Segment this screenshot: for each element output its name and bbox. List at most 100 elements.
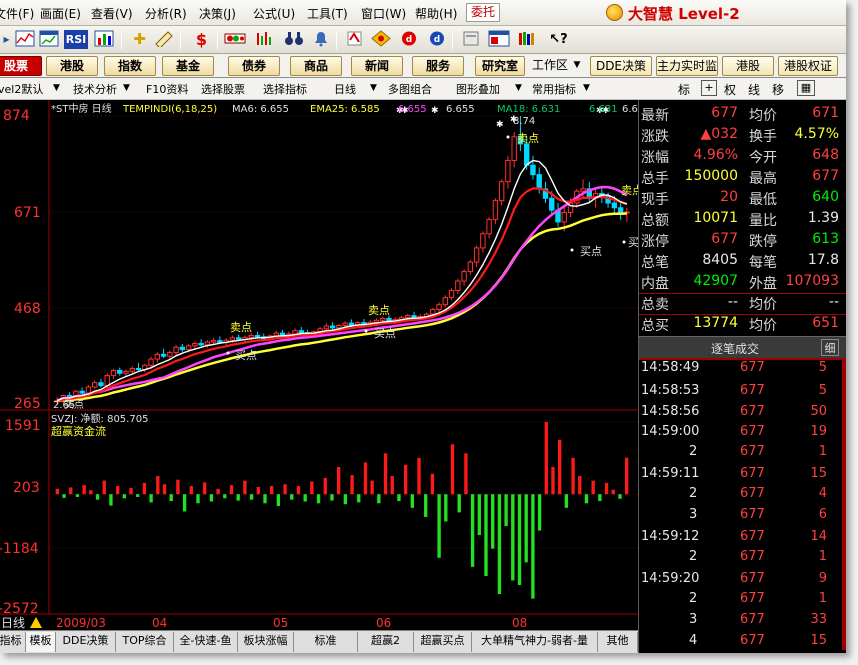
signal-buy: 买点 bbox=[374, 327, 396, 340]
indicator-template-tabs: 指标 模板 DDE决策 TOP综合 全-快速-鱼 板块涨幅 标准 超赢2 超赢买… bbox=[0, 630, 638, 653]
btab-dde[interactable]: DDE决策 bbox=[56, 632, 116, 652]
grid-view-icon[interactable]: ▦ bbox=[797, 80, 815, 96]
nav-dde-decision[interactable]: DDE决策 bbox=[590, 56, 652, 76]
tick-price: 677 bbox=[740, 486, 765, 501]
nav-funds[interactable]: 基金 bbox=[162, 56, 214, 76]
nav-hk-warrants[interactable]: 港股权证 bbox=[778, 56, 838, 76]
nav-workspace[interactable]: 工作区 bbox=[528, 56, 572, 76]
candle-body bbox=[104, 375, 110, 387]
ema25-line bbox=[57, 212, 627, 402]
mark-icon[interactable] bbox=[344, 30, 365, 49]
tab-move[interactable]: 移 bbox=[772, 81, 784, 98]
crosshair-toggle-icon[interactable]: + bbox=[701, 80, 717, 96]
tick-row: 14:59:00 677 19 bbox=[639, 424, 846, 443]
bar-chart-icon[interactable] bbox=[93, 30, 114, 49]
candle-body bbox=[123, 370, 129, 374]
tab-daily[interactable]: 日线 bbox=[334, 81, 356, 97]
period-label: 日线 bbox=[1, 616, 25, 630]
quote-label: 每笔 bbox=[749, 255, 777, 271]
quote-value: 20 bbox=[720, 189, 738, 205]
candle-pattern-icon[interactable] bbox=[224, 30, 246, 49]
menu-formula[interactable]: 公式(U) bbox=[253, 5, 295, 22]
menu-file[interactable]: 文件(F) bbox=[0, 5, 34, 22]
nav-hk-stocks[interactable]: 港股 bbox=[46, 56, 98, 76]
help-pointer-icon[interactable]: ↖? bbox=[548, 30, 569, 49]
window-layout-icon[interactable] bbox=[488, 30, 510, 49]
workspace-dropdown-icon[interactable]: ▼ bbox=[572, 56, 582, 76]
diamond-icon[interactable] bbox=[370, 30, 391, 49]
dropdown-icon[interactable]: ▼ bbox=[53, 83, 60, 93]
nav-hk-stocks-2[interactable]: 港股 bbox=[722, 56, 774, 76]
tab-select-stock[interactable]: 选择股票 bbox=[201, 81, 245, 97]
chart-window-icon[interactable] bbox=[38, 30, 59, 49]
tab-common-indicators[interactable]: 常用指标 bbox=[532, 81, 576, 97]
crosshair-icon[interactable]: ✚ bbox=[129, 30, 150, 49]
dollar-icon[interactable]: $ bbox=[191, 30, 212, 49]
nav-commodities[interactable]: 商品 bbox=[290, 56, 342, 76]
tab-select-indicator[interactable]: 选择指标 bbox=[263, 81, 307, 97]
ruler-icon[interactable] bbox=[153, 30, 174, 49]
btab-sector[interactable]: 板块涨幅 bbox=[238, 632, 294, 652]
rsi-icon[interactable]: RSI bbox=[64, 30, 88, 49]
menu-window[interactable]: 窗口(W) bbox=[361, 5, 406, 22]
btab-top[interactable]: TOP综合 bbox=[116, 632, 174, 652]
tab-level2-default[interactable]: vel2默认 bbox=[0, 81, 43, 97]
btab-standard[interactable]: 标准 bbox=[294, 632, 358, 652]
tab-technical-analysis[interactable]: 技术分析 bbox=[73, 81, 117, 97]
binoculars-icon[interactable] bbox=[283, 30, 304, 49]
level2-icon[interactable]: d bbox=[426, 30, 447, 49]
tick-detail-button[interactable]: 细 bbox=[821, 339, 839, 356]
candle-body bbox=[192, 342, 198, 347]
btab-big-orders[interactable]: 大单精气神力-弱者-量 bbox=[472, 632, 598, 652]
quote-label: 均价 bbox=[749, 297, 777, 313]
nav-service[interactable]: 服务 bbox=[412, 56, 464, 76]
dropdown-icon[interactable]: ▼ bbox=[123, 83, 130, 93]
candle-body bbox=[549, 197, 555, 211]
ma18-value: MA18: 6.631 bbox=[497, 104, 560, 115]
tab-mark[interactable]: 标 bbox=[678, 81, 690, 98]
notebook-icon[interactable] bbox=[460, 30, 481, 49]
tick-price: 677 bbox=[740, 507, 765, 522]
nav-news[interactable]: 新闻 bbox=[351, 56, 403, 76]
btab-other[interactable]: 其他 bbox=[598, 632, 638, 652]
menu-screen[interactable]: 画面(E) bbox=[40, 5, 81, 22]
nav-index[interactable]: 指数 bbox=[104, 56, 156, 76]
btab-super2[interactable]: 超赢2 bbox=[358, 632, 414, 652]
dropdown-icon[interactable]: ▼ bbox=[583, 83, 590, 93]
tick-time: 14:59:20 bbox=[641, 571, 700, 586]
period-arrow-icon[interactable] bbox=[30, 617, 42, 628]
dropdown-icon[interactable]: ▼ bbox=[515, 83, 522, 93]
btab-template[interactable]: 模板 bbox=[26, 632, 56, 652]
menu-tools[interactable]: 工具(T) bbox=[307, 5, 348, 22]
btab-fast-fish[interactable]: 全-快速-鱼 bbox=[174, 632, 238, 652]
kline-grid-icon[interactable] bbox=[14, 30, 35, 49]
alarm-bell-icon[interactable] bbox=[310, 30, 331, 49]
quote-label: 现手 bbox=[641, 192, 669, 208]
nav-bonds[interactable]: 债券 bbox=[228, 56, 280, 76]
menu-help[interactable]: 帮助(H) bbox=[415, 5, 457, 22]
nav-stocks[interactable]: 股票 bbox=[0, 56, 42, 76]
candle-body bbox=[511, 136, 517, 161]
multi-bar-icon[interactable] bbox=[254, 30, 275, 49]
dropdown-icon[interactable]: ▼ bbox=[370, 83, 377, 93]
kline-chart-area[interactable]: ✱ ✱ ✱ ✱ ✱ ✱ ✱ *ST中房 日线 TEMPINDI(6,18,25) MA6: … bbox=[0, 100, 650, 630]
nav-main-monitor[interactable]: 主力实时监 bbox=[656, 56, 718, 76]
tick-row: 14:58:56 677 50 bbox=[639, 404, 846, 423]
menu-view[interactable]: 查看(V) bbox=[91, 5, 133, 22]
tab-rights[interactable]: 权 bbox=[724, 81, 736, 98]
tab-line[interactable]: 线 bbox=[748, 81, 760, 98]
signal-sell: 卖点 bbox=[230, 321, 252, 334]
tab-multi-chart[interactable]: 多图组合 bbox=[388, 81, 432, 97]
tab-f10[interactable]: F10资料 bbox=[146, 81, 188, 97]
menu-decision[interactable]: 决策(J) bbox=[199, 5, 236, 22]
menu-analysis[interactable]: 分析(R) bbox=[145, 5, 187, 22]
btab-indicator[interactable]: 指标 bbox=[0, 632, 26, 652]
btab-buy-points[interactable]: 超赢买点 bbox=[414, 632, 472, 652]
nav-research[interactable]: 研究室 bbox=[475, 56, 525, 76]
tick-list-scrollbar[interactable] bbox=[842, 360, 846, 650]
entrust-button[interactable]: 委托 bbox=[466, 3, 500, 22]
dde-icon[interactable]: d bbox=[398, 30, 419, 49]
books-icon[interactable] bbox=[516, 30, 537, 49]
chart-canvas[interactable]: ✱ ✱✱✱ ✱✱✱ *ST中房 日线 TEMPINDI(6,18,25) MA6: … bbox=[0, 100, 650, 630]
tab-overlay[interactable]: 图形叠加 bbox=[456, 81, 500, 97]
